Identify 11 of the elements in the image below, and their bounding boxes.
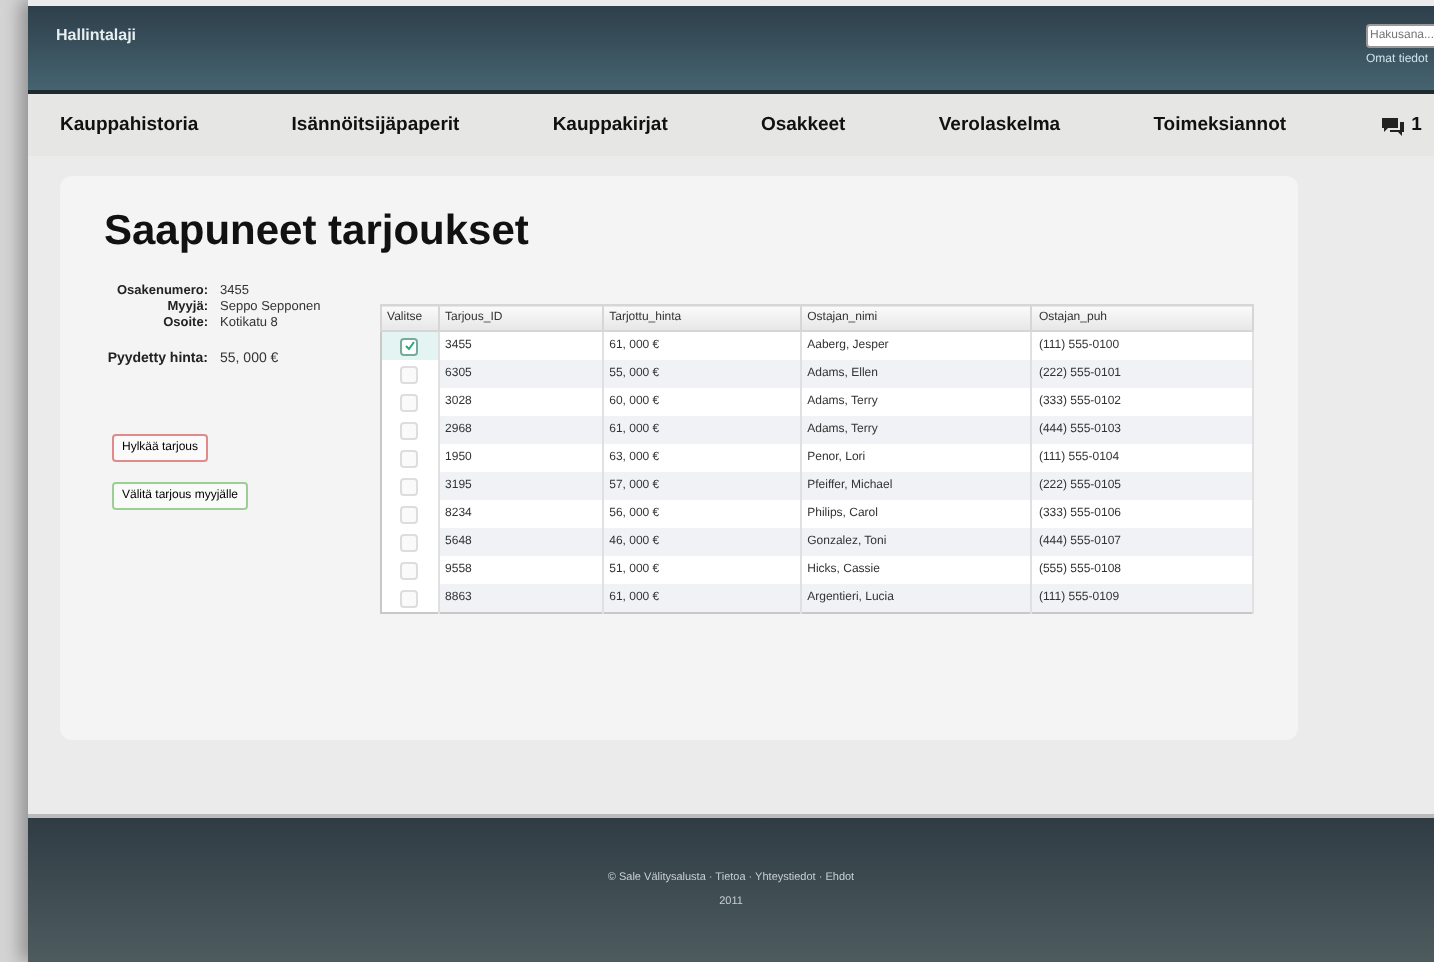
nav-link[interactable]: Toimeksiannot <box>1153 114 1287 136</box>
chat-icon[interactable] <box>1379 115 1406 135</box>
nav-link[interactable]: Verolaskelma <box>938 114 1061 136</box>
site-name: Hallintalaji <box>56 26 137 48</box>
nav-link[interactable]: Osakkeet <box>760 114 846 136</box>
page-title: Saapuneet tarjoukset <box>104 208 531 256</box>
select-checkbox[interactable] <box>400 337 419 355</box>
nav-link[interactable]: Isännöitsijäpaperit <box>291 114 460 136</box>
nav-link[interactable]: Kauppakirjat <box>552 114 668 136</box>
message-count[interactable]: 1 <box>1411 114 1422 136</box>
nav-link[interactable]: Kauppahistoria <box>60 114 199 136</box>
